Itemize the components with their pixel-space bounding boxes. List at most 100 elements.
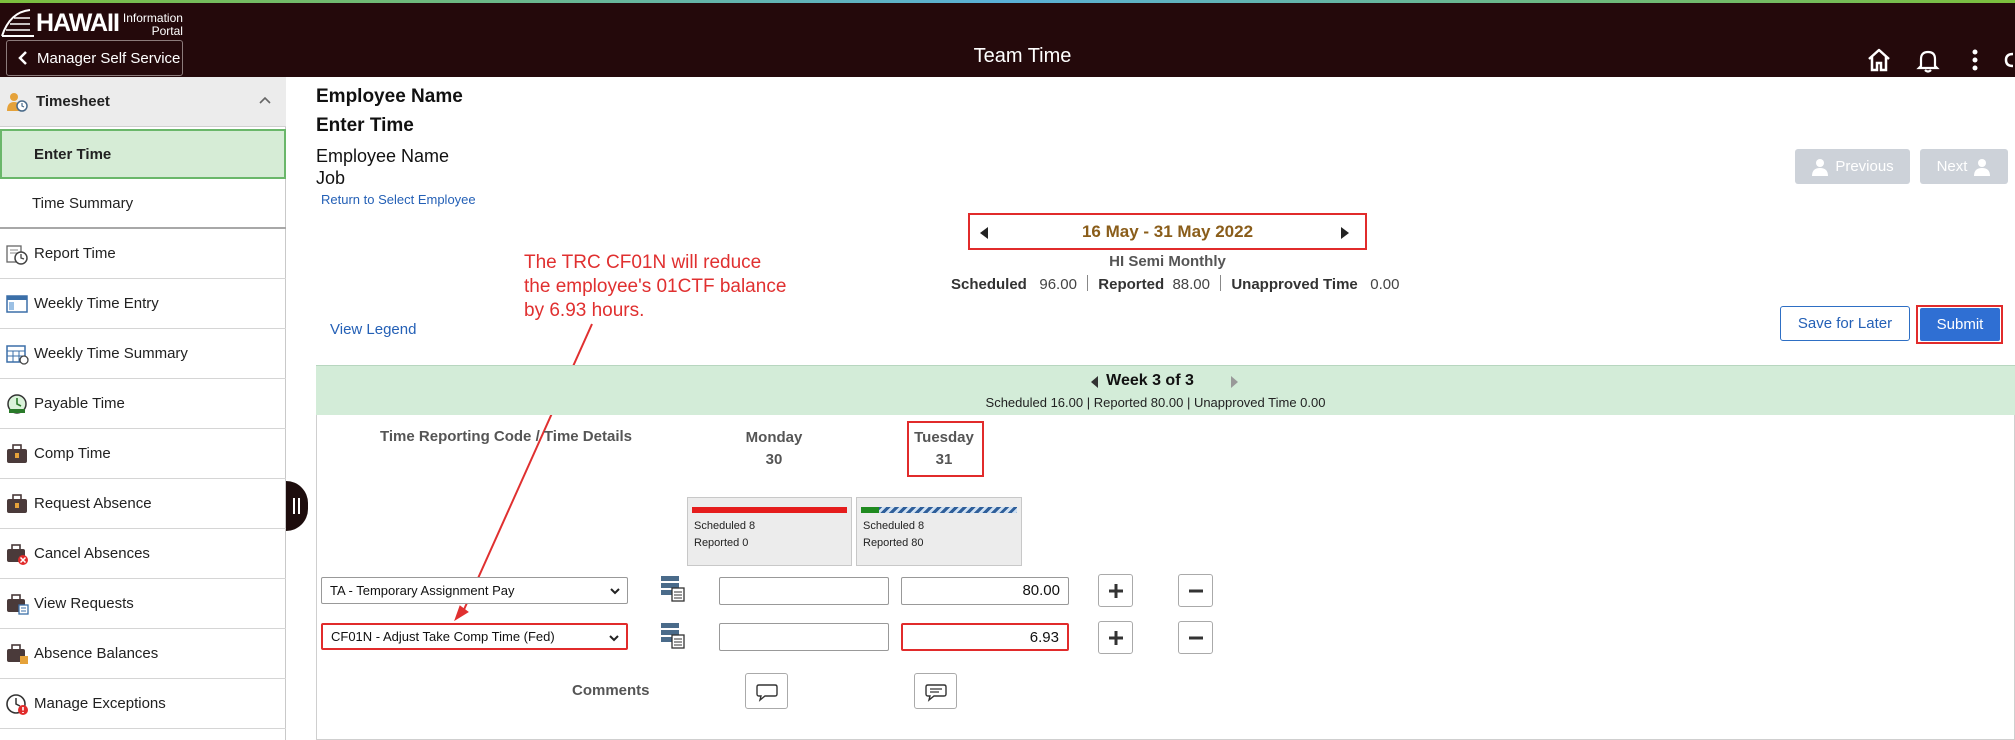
sidebar-item-report-time[interactable]: Report Time	[0, 229, 286, 279]
period-summary: Scheduled 96.00 Reported 88.00 Unapprove…	[951, 275, 1399, 293]
sidebar-item-label: Manage Exceptions	[34, 695, 166, 712]
period-label: 16 May - 31 May 2022	[1081, 221, 1254, 241]
sidebar-item-payable-time[interactable]: Payable Time	[0, 379, 286, 429]
briefcase-icon	[7, 443, 27, 463]
day-name: Tuesday	[914, 429, 974, 446]
tuesday-hours-input[interactable]: 80.00	[901, 577, 1069, 605]
timesheet-person-icon	[7, 92, 28, 112]
scheduled-hours: Scheduled 8	[694, 520, 756, 532]
sidebar-item-view-requests[interactable]: View Requests	[0, 579, 286, 629]
home-icon[interactable]	[1865, 46, 1893, 74]
sidebar-collapse-handle[interactable]	[286, 481, 308, 531]
sidebar-item-label: Weekly Time Entry	[34, 295, 159, 312]
reported-progress-bar	[861, 507, 1017, 513]
reported-value: 88.00	[1172, 276, 1210, 293]
week-summary: Scheduled 16.00 | Reported 80.00 | Unapp…	[985, 395, 1326, 410]
left-navigation-panel: Timesheet Enter Time Time Summary Report…	[0, 77, 286, 740]
view-legend-link[interactable]: View Legend	[330, 321, 416, 338]
sidebar-item-time-summary[interactable]: Time Summary	[0, 179, 286, 229]
briefcase-cancel-icon	[7, 543, 28, 565]
next-employee-button[interactable]: Next	[1920, 149, 2008, 184]
time-details-icon[interactable]	[660, 574, 686, 602]
logo-text: HAWAII	[36, 8, 120, 37]
monday-hours-input[interactable]	[719, 623, 889, 651]
sidebar-item-weekly-time-entry[interactable]: Weekly Time Entry	[0, 279, 286, 329]
time-details-icon[interactable]	[660, 621, 686, 649]
briefcase-icon	[7, 493, 27, 513]
employee-name-heading: Employee Name	[316, 86, 463, 107]
person-icon	[1974, 158, 1991, 176]
sidebar-item-manage-exceptions[interactable]: Manage Exceptions	[0, 679, 286, 729]
notifications-bell-icon[interactable]	[1914, 46, 1942, 74]
clock-report-icon	[6, 244, 28, 265]
plus-icon	[1109, 631, 1123, 645]
logo-subtext: Information Portal	[123, 11, 183, 38]
sidebar-item-label: Absence Balances	[34, 645, 159, 662]
delete-row-button[interactable]	[1178, 574, 1213, 607]
next-week-arrow-icon[interactable]	[1231, 376, 1238, 388]
trc-selected-value: TA - Temporary Assignment Pay	[330, 583, 515, 598]
add-row-button[interactable]	[1098, 574, 1133, 607]
calendar-window-icon	[6, 294, 28, 313]
trc-select[interactable]: CF01N - Adjust Take Comp Time (Fed)	[321, 623, 628, 650]
comments-label: Comments	[572, 682, 650, 699]
actions-menu-icon[interactable]	[1961, 46, 1989, 74]
sidebar-item-weekly-time-summary[interactable]: Weekly Time Summary	[0, 329, 286, 379]
period-selector: 16 May - 31 May 2022	[968, 213, 1367, 250]
annotation-line: the employee's 01CTF balance	[524, 276, 787, 297]
day-name: Monday	[745, 429, 803, 446]
sidebar-item-label: Time Summary	[32, 194, 134, 212]
sidebar-item-label: Enter Time	[34, 145, 112, 163]
hawaii-logo[interactable]: HAWAII Information Portal	[0, 6, 185, 40]
sidebar-item-label: Cancel Absences	[34, 545, 150, 562]
page-title: Team Time	[973, 45, 1072, 67]
person-icon	[1812, 158, 1829, 176]
period-type: HI Semi Monthly	[1109, 253, 1226, 270]
scheduled-value: 96.00	[1039, 276, 1077, 293]
schedule-card-tuesday[interactable]: Scheduled 8 Reported 80	[856, 497, 1022, 566]
day-header-tuesday: Tuesday 31	[894, 427, 994, 471]
sidebar-item-enter-time[interactable]: Enter Time	[0, 129, 286, 179]
sidebar-item-request-absence[interactable]: Request Absence	[0, 479, 286, 529]
annotation-line: by 6.93 hours.	[524, 300, 645, 321]
sidebar-item-label: Request Absence	[34, 495, 152, 512]
previous-label: Previous	[1835, 158, 1894, 175]
submit-button[interactable]: Submit	[1920, 308, 2000, 341]
monday-comment-button[interactable]	[745, 673, 788, 709]
tuesday-hours-input[interactable]: 6.93	[901, 623, 1069, 651]
day-date: 31	[935, 451, 953, 468]
employee-name: Employee Name	[316, 146, 450, 166]
delete-row-button[interactable]	[1178, 621, 1213, 654]
chevron-up-icon[interactable]	[258, 95, 272, 105]
sidebar-item-comp-time[interactable]: Comp Time	[0, 429, 286, 479]
sidebar-item-label: Payable Time	[34, 395, 125, 412]
reported-hours: Reported 0	[694, 537, 749, 549]
return-to-select-employee-link[interactable]: Return to Select Employee	[321, 192, 476, 207]
save-for-later-button[interactable]: Save for Later	[1780, 306, 1910, 341]
briefcase-view-icon	[7, 593, 29, 615]
app-header: HAWAII Information Portal Manager Self S…	[0, 3, 2015, 77]
monday-hours-input[interactable]	[719, 577, 889, 605]
unapproved-label: Unapproved Time	[1231, 276, 1358, 293]
previous-employee-button[interactable]: Previous	[1795, 149, 1910, 184]
add-row-button[interactable]	[1098, 621, 1133, 654]
unapproved-value: 0.00	[1370, 276, 1400, 293]
sidebar-group-timesheet[interactable]: Timesheet	[0, 77, 286, 127]
sidebar-item-cancel-absences[interactable]: Cancel Absences	[0, 529, 286, 579]
exception-clock-icon	[6, 693, 28, 715]
sidebar-item-absence-balances[interactable]: Absence Balances	[0, 629, 286, 679]
plus-icon	[1109, 584, 1123, 598]
previous-period-arrow-icon[interactable]	[980, 227, 988, 239]
briefcase-balance-icon	[7, 643, 28, 664]
payable-clock-icon	[7, 393, 27, 414]
schedule-card-monday[interactable]: Scheduled 8 Reported 0	[687, 497, 852, 566]
next-period-arrow-icon[interactable]	[1341, 227, 1349, 239]
tuesday-comment-button[interactable]	[914, 673, 957, 709]
trc-select[interactable]: TA - Temporary Assignment Pay	[321, 577, 628, 604]
employee-job: Job	[316, 168, 346, 188]
reported-label: Reported	[1098, 276, 1165, 293]
comment-bubble-icon	[756, 684, 778, 702]
scheduled-label: Scheduled	[951, 276, 1027, 293]
navbar-icon[interactable]	[2003, 46, 2015, 74]
sidebar-item-label: View Requests	[34, 595, 134, 612]
